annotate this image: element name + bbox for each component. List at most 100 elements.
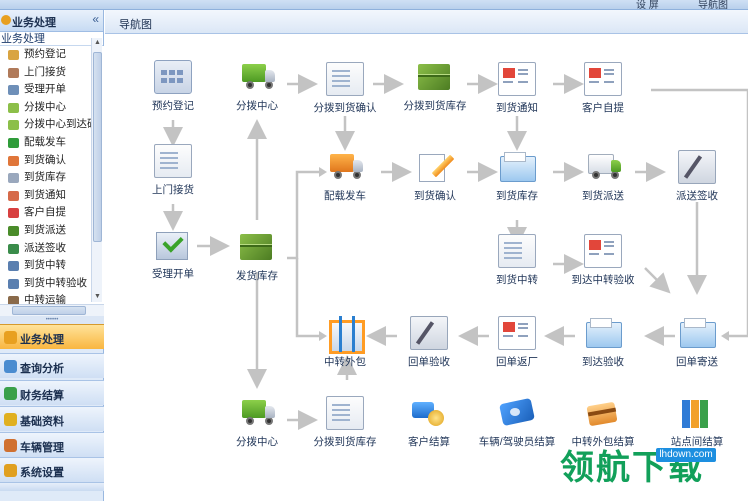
scroll-up-icon[interactable]: ▲ — [93, 38, 102, 48]
panel-splitter[interactable]: •••••• — [0, 316, 104, 324]
tree-item[interactable]: 配载发车 — [0, 134, 104, 152]
flow-node-label: 配载发车 — [324, 190, 366, 202]
top-bar: 设 屏 导航图 — [0, 0, 748, 11]
scroll-down-icon[interactable]: ▼ — [93, 292, 102, 302]
flow-node-pzfc[interactable]: 配载发车 — [305, 150, 385, 203]
main-panel: 导航图 预约登记 上门接货 受理开单 分拨中心 发货库存 分拨中心 分拨到货确认… — [105, 10, 748, 501]
tree-item[interactable]: 到货派送 — [0, 222, 104, 240]
left-panel-header: 业务处理 « — [0, 10, 103, 32]
flow-node-khjs[interactable]: 客户结算 — [389, 396, 469, 449]
wheel-icon — [334, 171, 342, 179]
flow-node-label: 分拨中心 — [236, 436, 278, 448]
flow-node-hdjs[interactable]: 回单寄送 — [657, 316, 737, 369]
flow-node-zzwb[interactable]: 中转外包 — [305, 316, 385, 369]
flow-node-yuyue[interactable]: 预约登记 — [133, 60, 213, 113]
sign-icon — [678, 150, 716, 184]
flow-node-fahuo[interactable]: 发货库存 — [217, 230, 297, 283]
tree-item-icon — [8, 50, 19, 60]
tree-item[interactable]: 上门接货 — [0, 64, 104, 82]
flow-node-hdys[interactable]: 回单验收 — [389, 316, 469, 369]
tree-item-icon — [8, 173, 19, 184]
loop-connector — [651, 88, 748, 338]
flow-node-shangmen[interactable]: 上门接货 — [133, 144, 213, 197]
tree-item-label: 上门接货 — [24, 65, 66, 78]
tree-item[interactable]: 派送签收 — [0, 240, 104, 258]
form-icon — [154, 144, 192, 178]
nav-button[interactable]: 查询分析 — [0, 353, 104, 378]
boxes-icon — [416, 60, 454, 94]
nav-button[interactable]: 基础资料 — [0, 406, 104, 431]
tree-item-icon — [8, 208, 19, 219]
tree-item[interactable]: 受理开单 — [0, 81, 104, 99]
truck-icon — [584, 150, 622, 184]
boxes-icon — [238, 230, 276, 264]
nav-button[interactable]: 业务处理 — [0, 324, 104, 349]
books-icon — [678, 396, 716, 430]
flow-node-label: 发货库存 — [236, 270, 278, 282]
collapse-icon[interactable]: « — [92, 12, 99, 26]
tree-item-icon — [8, 278, 19, 289]
folder-icon — [678, 316, 716, 350]
flow-node-dhtz[interactable]: 到货通知 — [477, 62, 557, 115]
flow-node-psqs[interactable]: 派送签收 — [657, 150, 737, 203]
news-icon — [498, 316, 536, 350]
tree-item[interactable]: 到货中转 — [0, 257, 104, 275]
nav-button-label: 查询分析 — [20, 363, 64, 375]
flow-node-label: 受理开单 — [152, 268, 194, 280]
tree-item-label: 到货派送 — [24, 223, 66, 236]
tree-item-icon — [8, 137, 19, 148]
tree-vertical-scrollbar[interactable]: ▲ ▼ — [91, 38, 102, 302]
flow-node-ddys[interactable]: 到达验收 — [563, 316, 643, 369]
folder-icon — [584, 316, 622, 350]
tree-item-label: 到货中转验收 — [24, 276, 87, 289]
tree-item[interactable]: 到货库存 — [0, 169, 104, 187]
tree-item[interactable]: 到货通知 — [0, 187, 104, 205]
flow-node-fenbo1[interactable]: 分拨中心 — [217, 60, 297, 113]
flow-node-label: 车辆/驾驶员结算 — [478, 436, 556, 448]
nav-button-icon — [4, 413, 17, 426]
nav-button[interactable]: 车辆管理 — [0, 432, 104, 457]
flow-node-dhkc[interactable]: 到货库存 — [477, 150, 557, 203]
tree-item[interactable]: 预约登记 — [0, 46, 104, 64]
flow-node-label: 到货库存 — [496, 190, 538, 202]
flow-node-label: 回单返厂 — [496, 356, 538, 368]
nav-button-label: 车辆管理 — [20, 442, 64, 454]
flow-node-label: 回单验收 — [408, 356, 450, 368]
flow-node-fenbo2[interactable]: 分拨中心 — [217, 396, 297, 449]
tree-item[interactable]: 到货确认 — [0, 152, 104, 170]
nav-button-label: 基础资料 — [20, 416, 64, 428]
function-tree: 预约登记 上门接货受理开单分拨中心 分拨中心到达确 配载发车到货确认到货库存到货通知客… — [0, 46, 104, 314]
tree-item[interactable]: 客户自提 — [0, 204, 104, 222]
flow-node-khzt[interactable]: 客户自提 — [563, 62, 643, 115]
flow-node-fbkc[interactable]: 分拨到货库存 — [395, 60, 475, 113]
flow-node-ddzzys[interactable]: 到达中转验收 — [563, 234, 643, 287]
tree-item-label: 配载发车 — [24, 135, 66, 148]
tree-item-label: 分拨中心到达确 — [24, 118, 98, 131]
flow-node-label: 分拨中心 — [236, 100, 278, 112]
tree-item-label: 受理开单 — [24, 83, 66, 96]
flow-node-shouli[interactable]: 受理开单 — [133, 228, 213, 281]
flow-node-dhzz[interactable]: 到货中转 — [477, 234, 557, 287]
tree-item-label: 到货库存 — [24, 171, 66, 184]
tree-item[interactable]: 到货中转验收 — [0, 275, 104, 293]
tree-item[interactable]: 分拨中心到达确 — [0, 116, 104, 134]
watermark-url: lhdown.com — [656, 448, 716, 462]
scroll-h-thumb[interactable] — [12, 306, 86, 315]
section-header[interactable]: 业务处理 — [0, 32, 103, 46]
tree-item-label: 到货确认 — [24, 153, 66, 166]
flow-node-dhqr[interactable]: 到货确认 — [395, 150, 475, 203]
flow-node-label: 客户自提 — [582, 102, 624, 114]
tree-item[interactable]: 分拨中心 — [0, 99, 104, 117]
tree-horizontal-scrollbar[interactable] — [0, 304, 104, 316]
scroll-thumb[interactable] — [93, 52, 102, 242]
business-icon — [1, 15, 11, 25]
nav-button[interactable]: 财务结算 — [0, 380, 104, 405]
wheel-icon — [592, 171, 600, 179]
flow-node-hdfc[interactable]: 回单返厂 — [477, 316, 557, 369]
flow-node-fbdhkc2[interactable]: 分拨到货库存 — [305, 396, 385, 449]
coins-icon — [410, 396, 448, 430]
flow-node-dhps[interactable]: 到货派送 — [563, 150, 643, 203]
flow-node-fbqr[interactable]: 分拨到货确认 — [305, 62, 385, 115]
nav-button[interactable]: 系统设置 — [0, 457, 104, 482]
flow-node-clsjy[interactable]: 车辆/驾驶员结算 — [477, 396, 557, 449]
